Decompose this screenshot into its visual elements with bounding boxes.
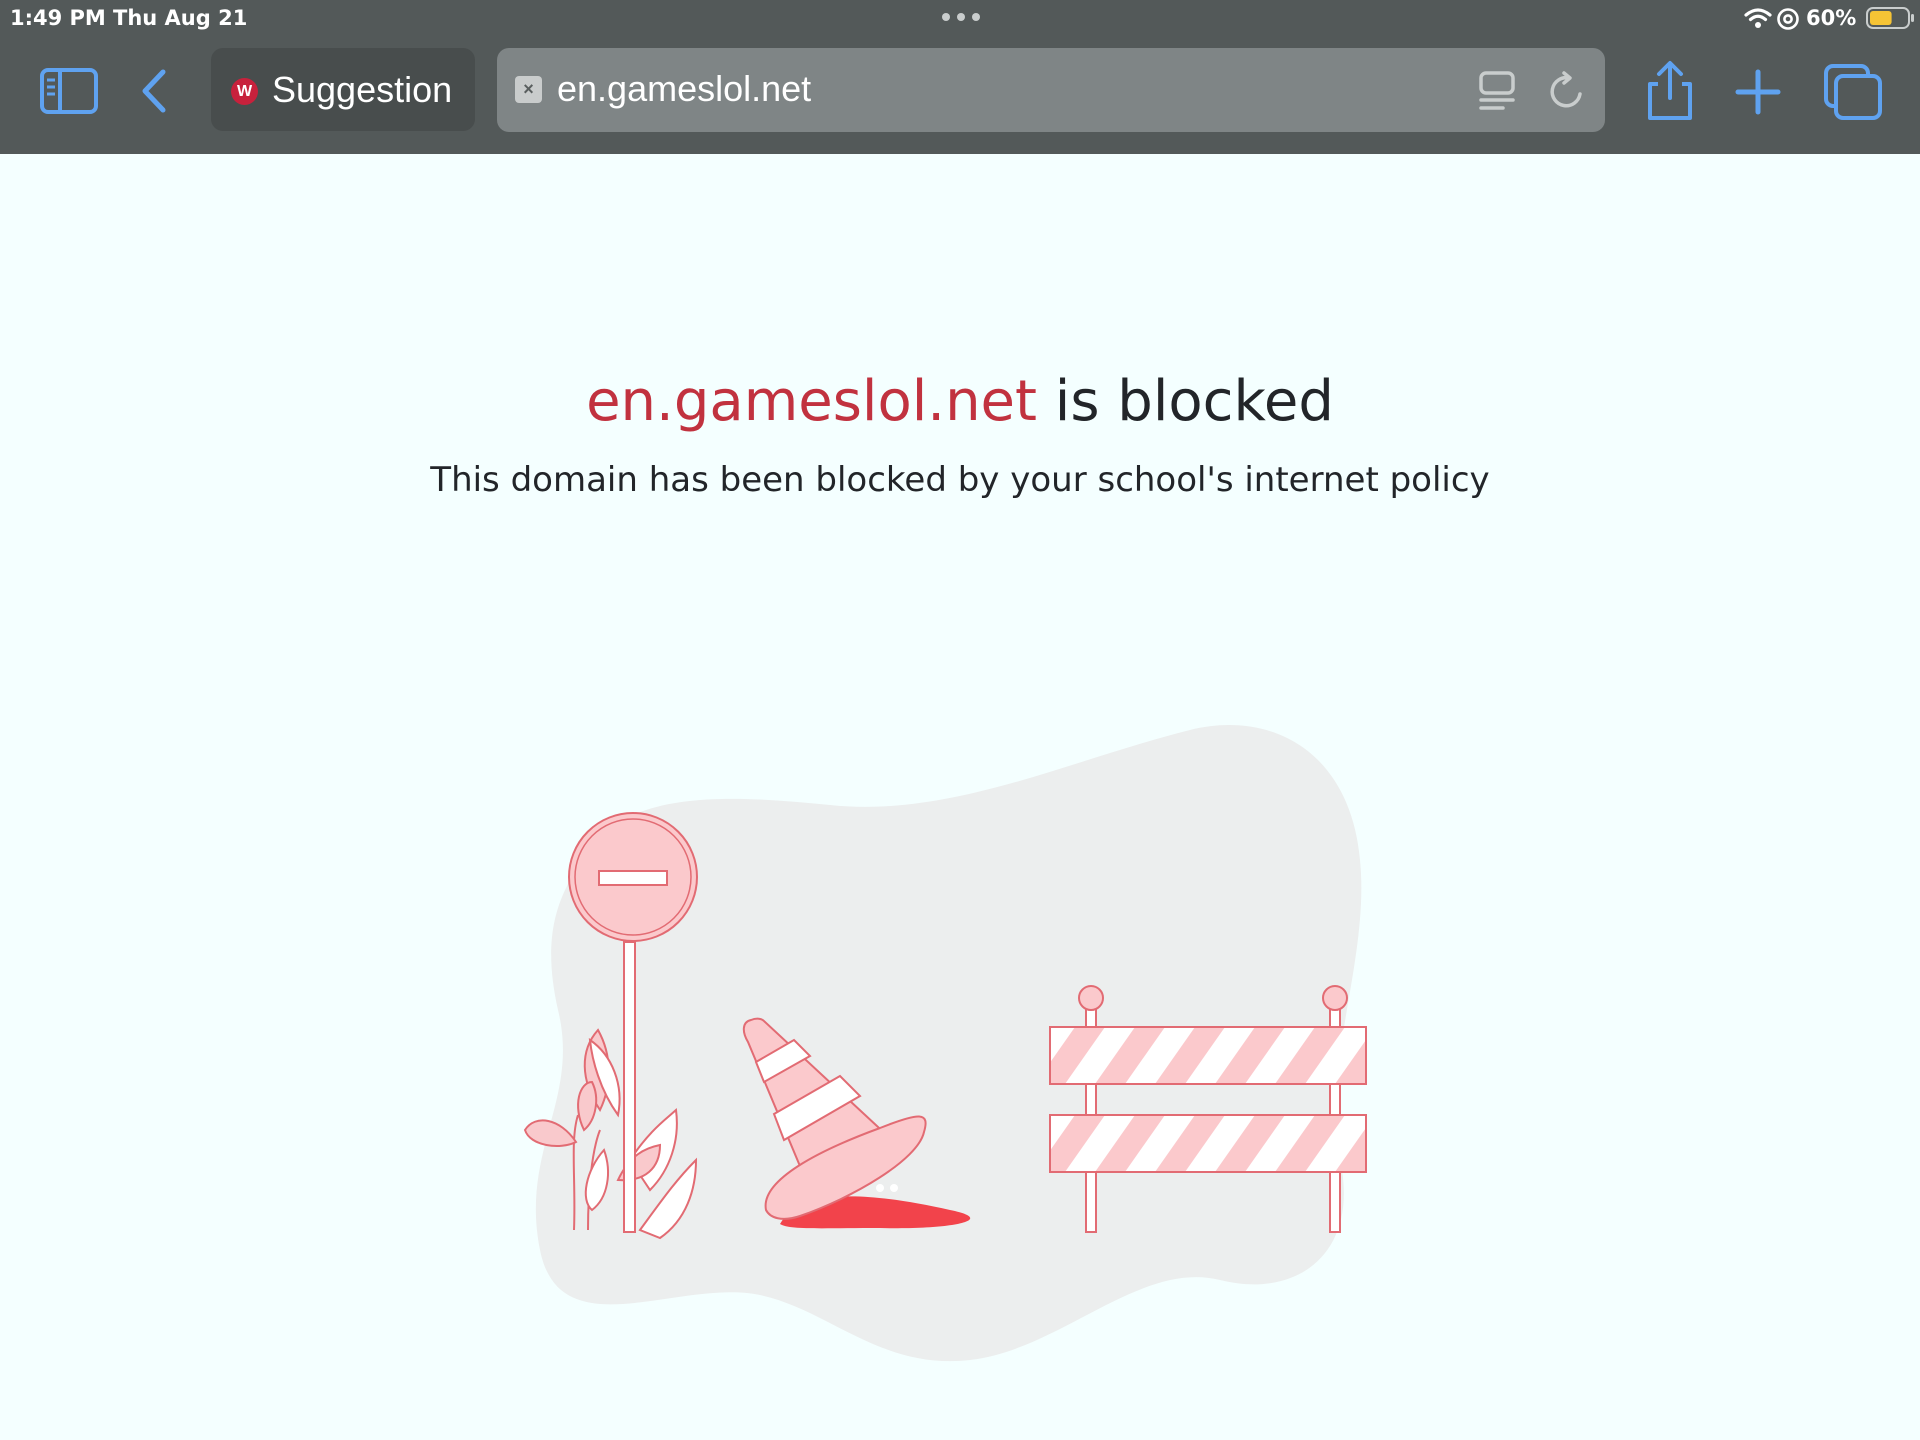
- tab-title: Suggestion: [272, 69, 453, 110]
- blocked-illustration: [523, 725, 1367, 1362]
- share-icon[interactable]: [1640, 60, 1700, 122]
- battery-icon: [1866, 7, 1914, 29]
- site-favicon: ×: [515, 76, 542, 103]
- tab-suggestion[interactable]: W Suggestion: [211, 48, 475, 131]
- at-sign-icon: [1777, 8, 1799, 30]
- sidebar-icon[interactable]: [38, 66, 100, 116]
- status-date: Thu Aug 21: [113, 6, 248, 30]
- blocked-heading-suffix: is blocked: [1036, 369, 1334, 434]
- browser-toolbar: 1:49 PM Thu Aug 21 60% W Suggestion × en…: [0, 0, 1920, 154]
- wifi-icon: [1744, 8, 1772, 28]
- page-title: en.gameslol.net is blocked: [0, 366, 1920, 438]
- reload-icon[interactable]: [1547, 70, 1587, 112]
- block-reason-text: This domain has been blocked by your sch…: [430, 460, 1490, 500]
- tab-overview-icon[interactable]: [1822, 62, 1884, 122]
- multitasking-dots-icon[interactable]: [940, 12, 982, 22]
- reader-icon[interactable]: [1477, 70, 1517, 112]
- back-chevron-icon[interactable]: [135, 66, 175, 116]
- blocked-domain: en.gameslol.net: [586, 369, 1037, 434]
- plus-icon[interactable]: [1732, 66, 1784, 118]
- address-bar[interactable]: × en.gameslol.net: [497, 48, 1605, 132]
- status-time: 1:49 PM: [10, 6, 106, 30]
- tab-favicon: W: [231, 78, 258, 105]
- battery-percentage: 60%: [1806, 6, 1857, 30]
- url-text: en.gameslol.net: [557, 68, 812, 109]
